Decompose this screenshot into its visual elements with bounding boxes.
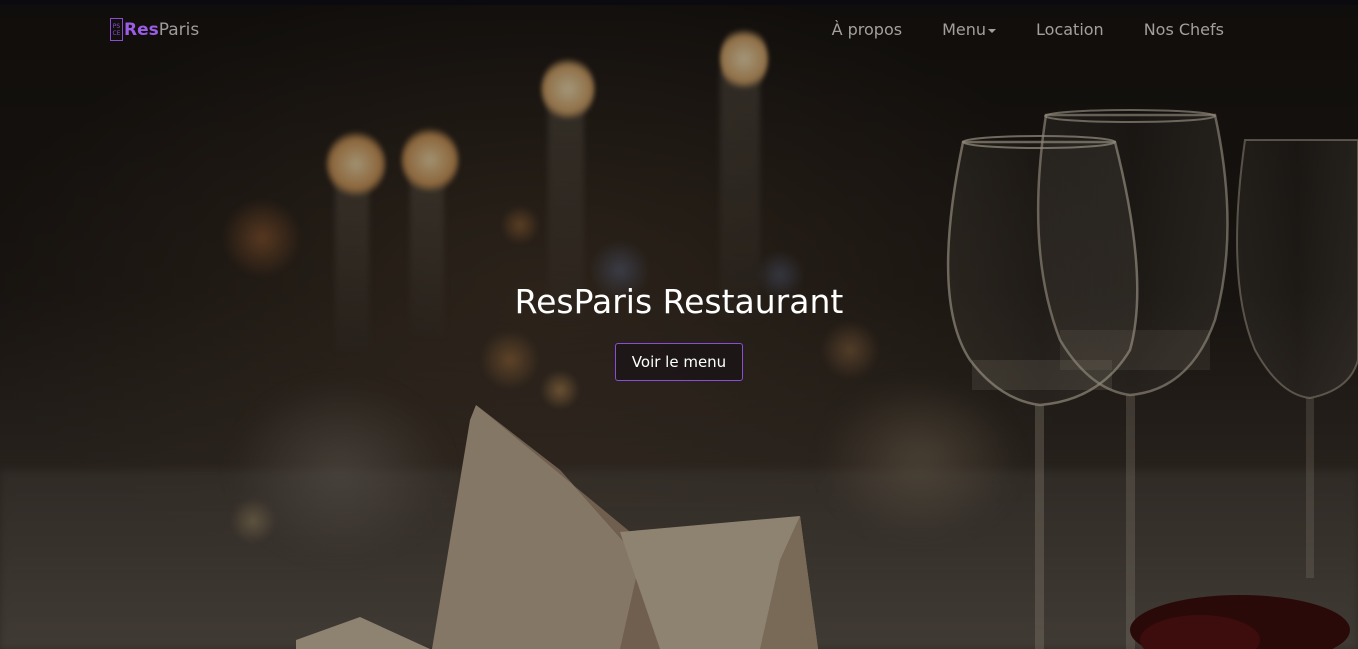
nav-item-label: À propos bbox=[831, 20, 903, 39]
brand-name-paris: Paris bbox=[158, 19, 200, 40]
nav-item-a-propos[interactable]: À propos bbox=[832, 20, 902, 39]
navbar: PS CE Res Paris À propos Menu Location N… bbox=[0, 0, 1358, 62]
brand-link[interactable]: PS CE Res Paris bbox=[110, 18, 199, 41]
brand-name-res: Res bbox=[124, 19, 159, 40]
nav-item-label: Menu bbox=[942, 20, 987, 39]
dark-overlay bbox=[0, 0, 1358, 649]
logo-line-2: CE bbox=[112, 29, 121, 37]
caret-down-icon bbox=[988, 28, 997, 33]
ps-ce-monogram-icon: PS CE bbox=[110, 18, 123, 41]
nav-item-nos-chefs[interactable]: Nos Chefs bbox=[1144, 20, 1224, 39]
nav-item-location[interactable]: Location bbox=[1036, 20, 1104, 39]
hero-section: PS CE Res Paris À propos Menu Location N… bbox=[0, 0, 1358, 649]
logo-line-1: PS bbox=[112, 22, 121, 30]
nav-item-label: Nos Chefs bbox=[1143, 20, 1224, 39]
nav-links: À propos Menu Location Nos Chefs bbox=[832, 20, 1224, 39]
view-menu-button[interactable]: Voir le menu bbox=[615, 343, 743, 381]
nav-item-menu[interactable]: Menu bbox=[942, 20, 997, 39]
nav-item-label: Location bbox=[1036, 20, 1104, 39]
hero-title: ResParis Restaurant bbox=[514, 282, 844, 321]
